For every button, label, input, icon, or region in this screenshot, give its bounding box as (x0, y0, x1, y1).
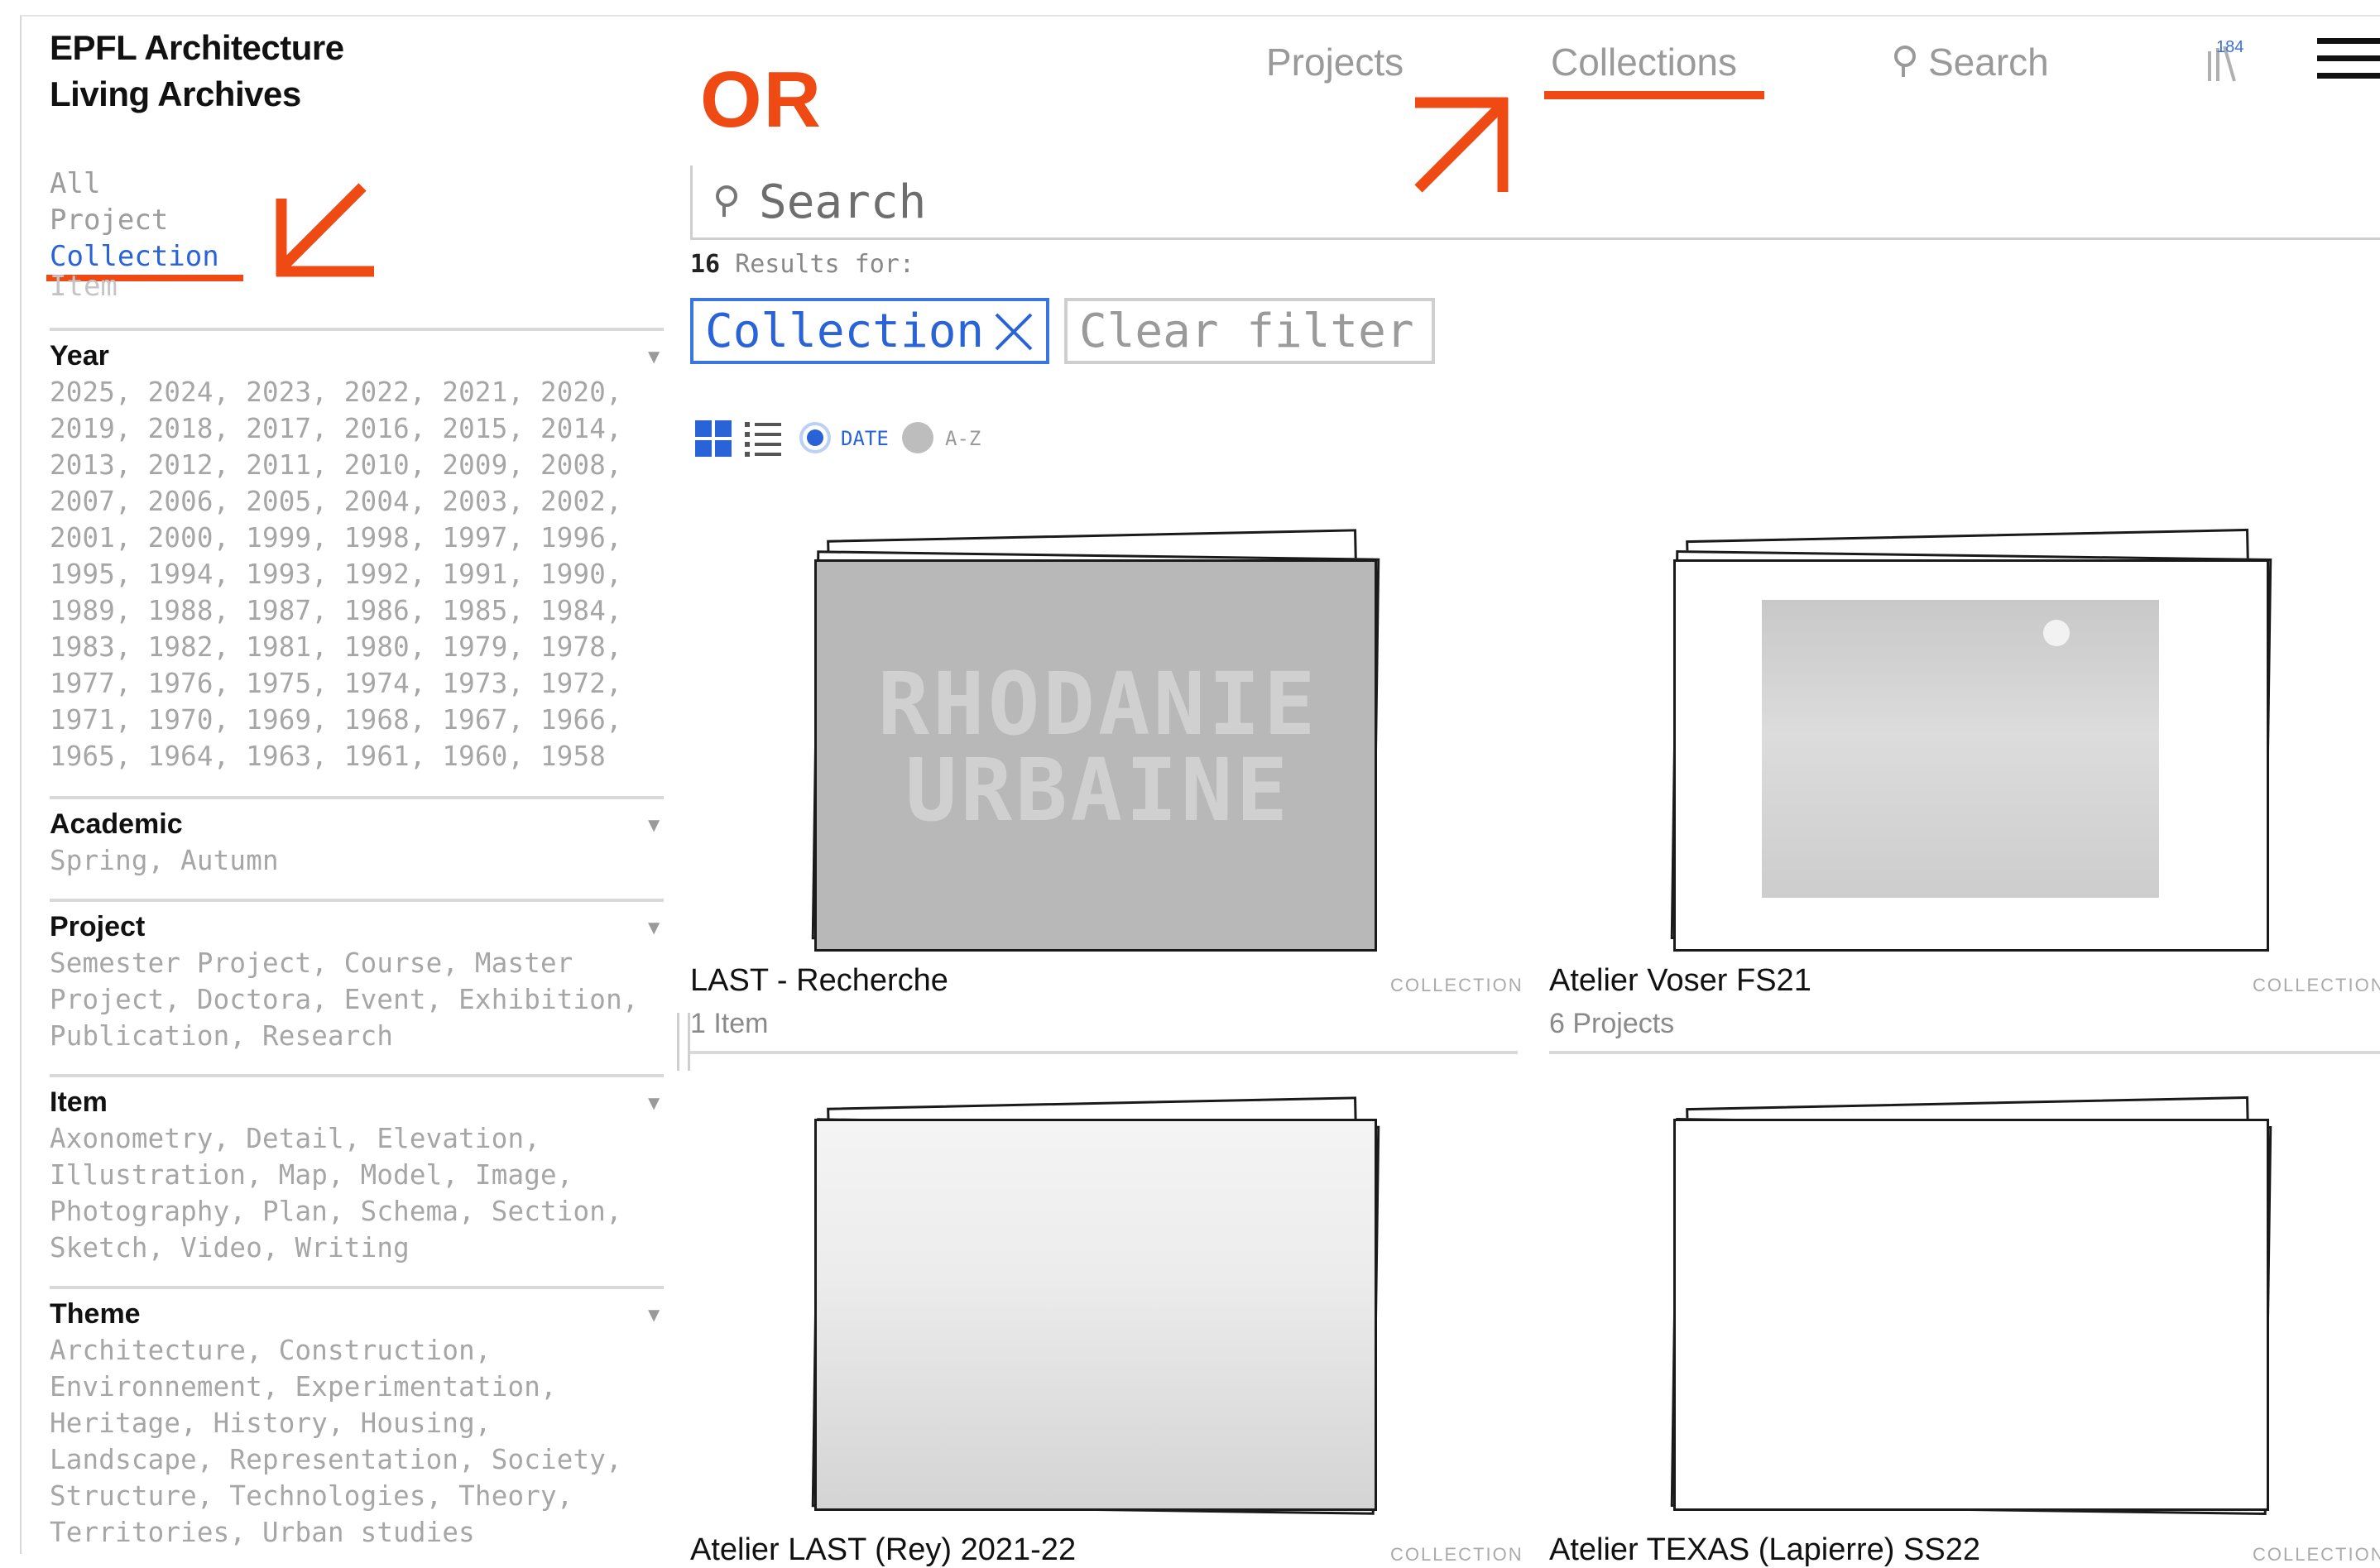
annotation-underline-collections-nav (1544, 91, 1764, 99)
annotation-arrow-down-left-icon (276, 183, 374, 277)
card-image-text: RHODANIE URBAINE (877, 654, 1319, 841)
grid-view-icon[interactable] (695, 420, 732, 457)
filter-values-project[interactable]: Semester Project, Course, Master Project… (50, 945, 664, 1054)
card-type-badge: COLLECTION (1390, 975, 1523, 995)
card-subtitle: 6 Projects (1549, 1008, 1675, 1039)
card-subtitle: 1 Item (690, 1008, 769, 1039)
sort-az-label[interactable]: A-Z (945, 427, 981, 450)
resize-handle[interactable] (677, 1013, 690, 1071)
card-title[interactable]: Atelier LAST (Rey) 2021-22 (690, 1532, 1076, 1568)
sort-date-label[interactable]: DATE (841, 427, 889, 450)
results-label: Results for: (735, 250, 914, 279)
collapse-triangle-icon[interactable]: ▼ (644, 1092, 664, 1115)
nav-search-label: Search (1928, 41, 2049, 84)
card-image-stack (1665, 528, 2272, 957)
filter-values-year[interactable]: 2025, 2024, 2023, 2022, 2021, 2020, 2019… (50, 374, 664, 774)
close-icon[interactable] (991, 309, 1036, 354)
type-filter-item[interactable]: Item (50, 272, 219, 300)
menu-hamburger-icon[interactable] (2317, 38, 2380, 90)
search-input[interactable]: Search (690, 165, 2380, 240)
filter-section-item: Item ▼ Axonometry, Detail, Elevation, Il… (50, 1074, 664, 1266)
collapse-triangle-icon[interactable]: ▼ (644, 917, 664, 940)
brand-line-1: EPFL Architecture (50, 28, 344, 67)
card-image-stack (806, 1096, 1402, 1524)
card-title[interactable]: LAST - Recherche (690, 963, 948, 999)
site-logo[interactable]: EPFL Architecture Living Archives (50, 25, 344, 117)
type-filter-project[interactable]: Project (50, 202, 219, 238)
filter-values-academic[interactable]: Spring, Autumn (50, 842, 664, 879)
type-filter-list: All Project Collection Item (50, 165, 219, 300)
card-divider (1549, 1051, 2380, 1054)
filter-section-year: Year ▼ 2025, 2024, 2023, 2022, 2021, 202… (50, 328, 664, 774)
filter-heading-item[interactable]: Item (50, 1077, 664, 1120)
collection-card[interactable]: Atelier Voser FS21 COLLECTION 6 Projects (1549, 521, 2380, 1054)
annotation-or-label: OR (700, 55, 823, 144)
filter-section-academic: Academic ▼ Spring, Autumn (50, 796, 664, 879)
nav-search[interactable]: Search (1892, 40, 2049, 84)
list-view-icon[interactable] (745, 422, 781, 457)
clear-filter-button[interactable]: Clear filter (1064, 298, 1435, 364)
card-type-badge: COLLECTION (1390, 1544, 1523, 1565)
filter-heading-year[interactable]: Year (50, 331, 664, 374)
filter-heading-project[interactable]: Project (50, 902, 664, 945)
nav-projects[interactable]: Projects (1266, 40, 1404, 84)
brand-line-2: Living Archives (50, 74, 301, 113)
results-count: 16 (690, 250, 721, 279)
nav-collections[interactable]: Collections (1551, 40, 1737, 84)
active-filter-label: Collection (705, 304, 985, 358)
card-divider (690, 1051, 1518, 1054)
collapse-triangle-icon[interactable]: ▼ (644, 814, 664, 837)
filter-heading-academic[interactable]: Academic (50, 799, 664, 842)
search-icon (716, 185, 737, 217)
card-image-stack (1665, 1096, 2277, 1524)
active-filter-chip[interactable]: Collection (690, 298, 1049, 364)
card-title[interactable]: Atelier TEXAS (Lapierre) SS22 (1549, 1532, 1980, 1568)
type-filter-all[interactable]: All (50, 165, 219, 202)
collapse-triangle-icon[interactable]: ▼ (644, 346, 664, 369)
card-image-photo (1762, 600, 2159, 898)
filter-section-project: Project ▼ Semester Project, Course, Mast… (50, 899, 664, 1054)
search-icon (1894, 46, 1916, 77)
card-type-badge: COLLECTION (2253, 1544, 2380, 1565)
sort-date-radio[interactable] (799, 422, 831, 453)
collection-card[interactable]: RHODANIE URBAINE LAST - Recherche COLLEC… (690, 521, 1522, 1054)
cart-count-badge: 184 (2216, 38, 2244, 56)
collection-card[interactable]: Atelier TEXAS (Lapierre) SS22 COLLECTION (1549, 1092, 2380, 1567)
card-image-stack: RHODANIE URBAINE (806, 529, 1380, 957)
filter-values-item[interactable]: Axonometry, Detail, Elevation, Illustrat… (50, 1120, 664, 1266)
view-toggles (695, 420, 781, 457)
card-title[interactable]: Atelier Voser FS21 (1549, 963, 1811, 999)
card-type-badge: COLLECTION (2253, 975, 2380, 995)
filter-section-theme: Theme ▼ Architecture, Construction, Envi… (50, 1286, 664, 1551)
collapse-triangle-icon[interactable]: ▼ (644, 1304, 664, 1327)
filter-values-theme[interactable]: Architecture, Construction, Environnemen… (50, 1332, 664, 1551)
collection-card[interactable]: Atelier LAST (Rey) 2021-22 COLLECTION (690, 1092, 1522, 1567)
sort-az-radio[interactable] (902, 422, 933, 453)
results-summary: 16 Results for: (690, 250, 914, 279)
search-placeholder: Search (759, 175, 927, 229)
filter-heading-theme[interactable]: Theme (50, 1289, 664, 1332)
